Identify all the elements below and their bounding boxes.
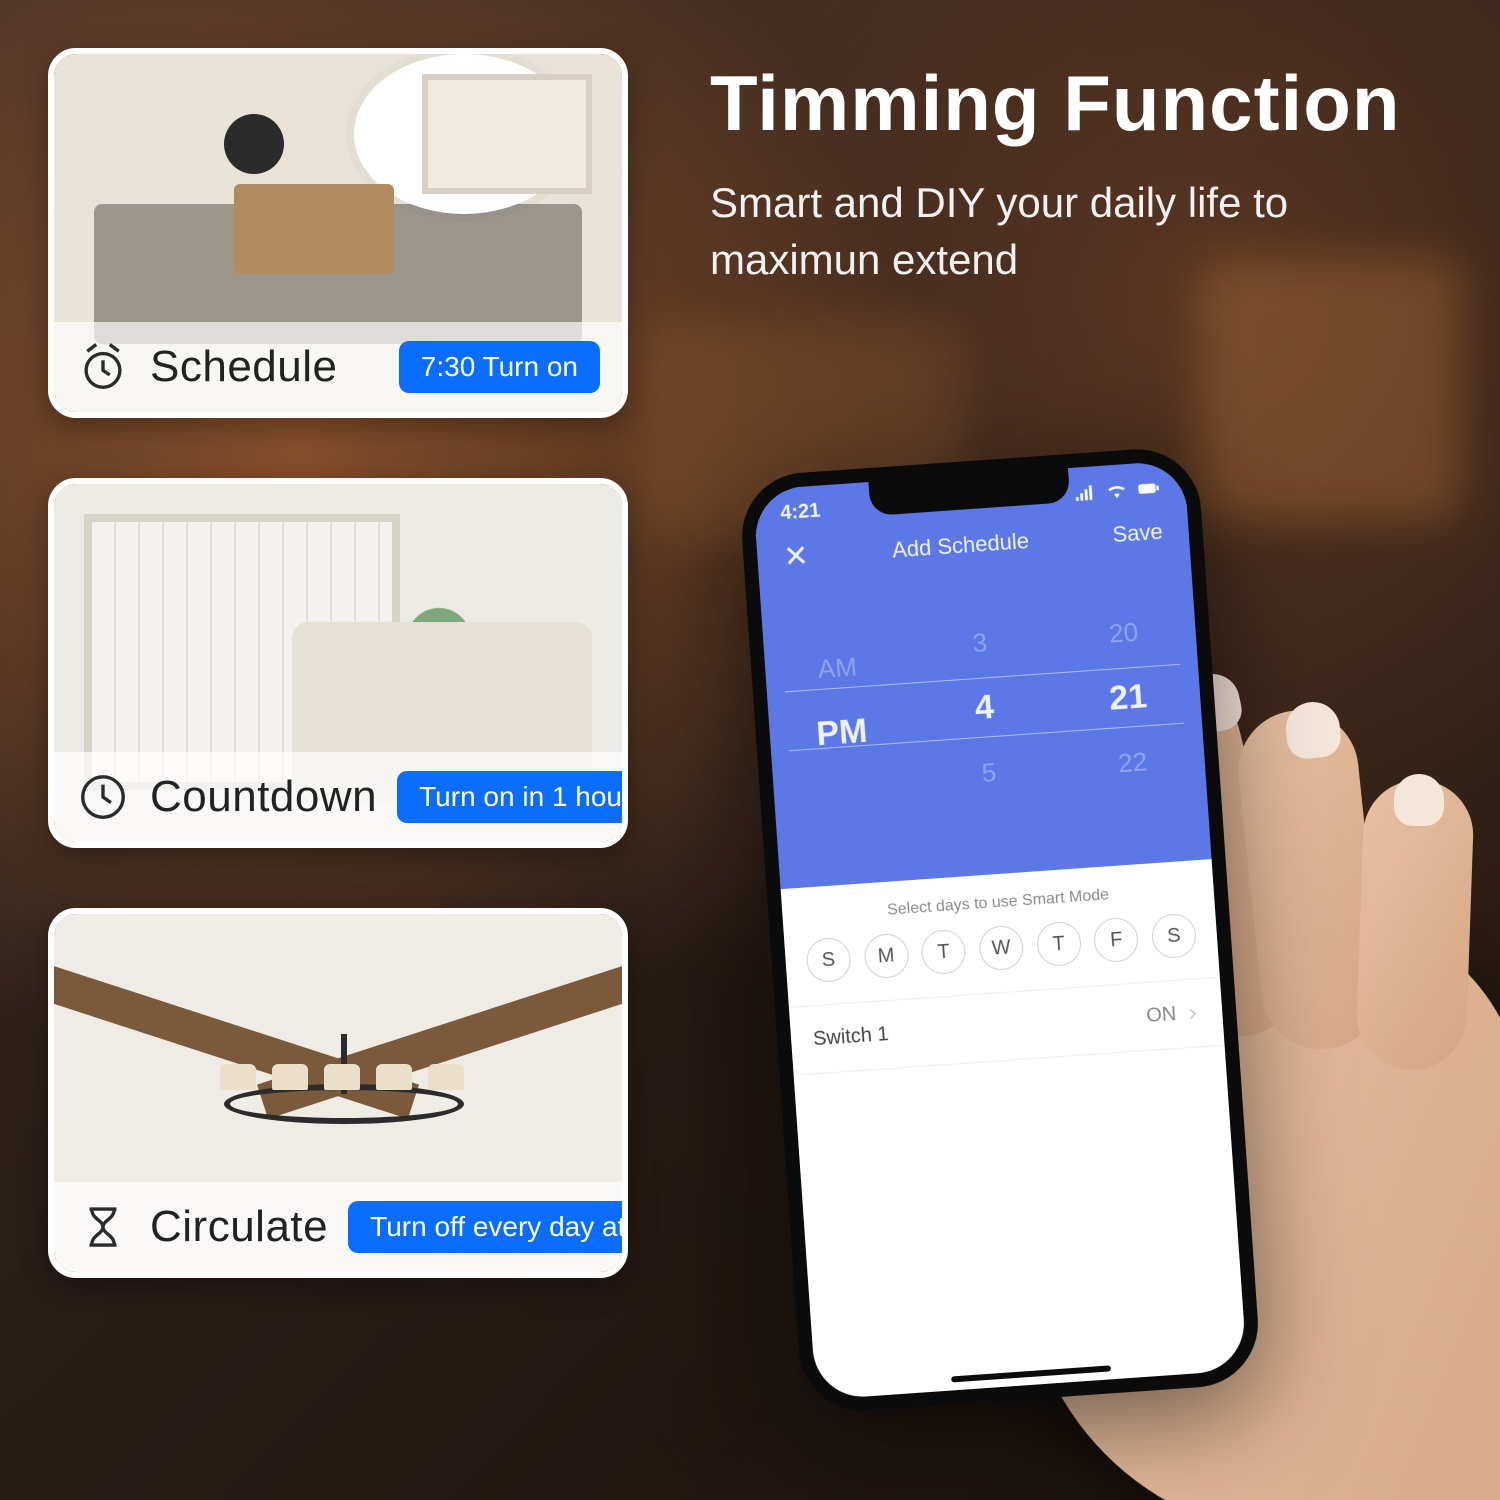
card-pill: Turn off every day at 8:00 <box>348 1201 628 1253</box>
home-indicator <box>951 1365 1111 1382</box>
day-toggle[interactable]: S <box>805 937 852 984</box>
card-circulate: Circulate Turn off every day at 8:00 <box>48 908 628 1278</box>
card-label: Circulate <box>150 1202 328 1252</box>
signal-icon <box>1073 481 1096 504</box>
screen-bottom: Select days to use Smart Mode S M T W T … <box>781 859 1225 1076</box>
promo-stage: Schedule 7:30 Turn on Countdown Turn on … <box>0 0 1500 1500</box>
headline-title: Timming Function <box>710 58 1440 149</box>
save-button[interactable]: Save <box>1112 519 1164 548</box>
screen-top: 4:21 ✕ Add Schedule Save <box>753 460 1212 889</box>
day-toggle[interactable]: F <box>1093 916 1140 963</box>
time-picker[interactable]: AM PM 3 4 5 20 21 22 <box>759 553 1209 862</box>
day-toggle[interactable]: T <box>1035 920 1082 967</box>
wifi-icon <box>1105 479 1128 502</box>
day-toggle[interactable]: M <box>863 933 910 980</box>
switch-state: ON <box>1146 1003 1178 1028</box>
switch-label: Switch 1 <box>812 1023 889 1051</box>
card-strip: Circulate Turn off every day at 8:00 <box>54 1182 622 1272</box>
picker-value: 3 <box>972 627 989 659</box>
close-button[interactable]: ✕ <box>782 541 809 573</box>
day-toggle[interactable]: S <box>1150 912 1197 959</box>
phone-screen: 4:21 ✕ Add Schedule Save <box>753 460 1248 1400</box>
card-strip: Schedule 7:30 Turn on <box>54 322 622 412</box>
day-toggle[interactable]: W <box>978 924 1025 971</box>
status-time: 4:21 <box>780 500 822 526</box>
card-schedule: Schedule 7:30 Turn on <box>48 48 628 418</box>
mode-cards: Schedule 7:30 Turn on Countdown Turn on … <box>48 48 628 1278</box>
headline: Timming Function Smart and DIY your dail… <box>710 58 1440 288</box>
card-strip: Countdown Turn on in 1 hour <box>54 752 622 842</box>
card-label: Schedule <box>150 342 379 392</box>
card-countdown: Countdown Turn on in 1 hour <box>48 478 628 848</box>
clock-icon <box>76 770 130 824</box>
picker-value: AM <box>817 651 858 685</box>
phone-body: 4:21 ✕ Add Schedule Save <box>738 445 1262 1415</box>
headline-subtitle: Smart and DIY your daily life to maximun… <box>710 175 1440 288</box>
battery-icon <box>1137 476 1160 499</box>
hourglass-icon <box>76 1200 130 1254</box>
card-label: Countdown <box>150 772 377 822</box>
picker-value: 22 <box>1117 746 1148 779</box>
picker-value: 5 <box>981 756 998 788</box>
day-toggle[interactable]: T <box>920 929 967 976</box>
phone: 4:21 ✕ Add Schedule Save <box>738 445 1262 1415</box>
clock-alarm-icon <box>76 340 130 394</box>
picker-value: 20 <box>1108 616 1139 649</box>
screen-title: Add Schedule <box>891 528 1029 563</box>
card-pill: 7:30 Turn on <box>399 341 600 393</box>
card-pill: Turn on in 1 hour <box>397 771 628 823</box>
chevron-right-icon <box>1184 1005 1201 1022</box>
